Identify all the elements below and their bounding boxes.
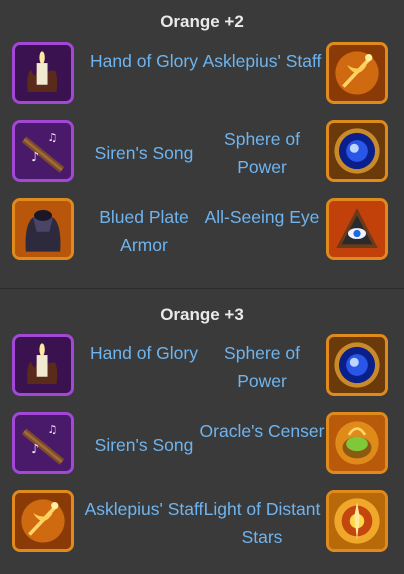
artifact-name[interactable]: Siren's Song (79, 431, 209, 459)
artifact-name[interactable]: Hand of Glory (79, 339, 209, 367)
hand-of-glory-icon[interactable] (12, 334, 74, 396)
section-title: Orange +2 (160, 12, 244, 31)
asklepius-staff-icon[interactable] (326, 42, 388, 104)
artifact-row: Hand of Glory Sphere of Power (0, 330, 404, 402)
svg-text:♪: ♪ (31, 149, 39, 164)
artifact-name[interactable]: Light of Distant Stars (197, 495, 327, 551)
artifact-row: Asklepius' Staff Light of Distant Stars (0, 486, 404, 558)
artifact-name[interactable]: Asklepius' Staff (197, 47, 327, 75)
artifact-list: Orange +2 Hand of Glory Asklepius' Staff… (0, 0, 404, 574)
blued-plate-armor-icon[interactable] (12, 198, 74, 260)
svg-text:♪: ♪ (31, 441, 39, 456)
artifact-name[interactable]: Siren's Song (79, 139, 209, 167)
artifact-name[interactable]: Blued Plate Armor (79, 203, 209, 259)
sphere-of-power-icon[interactable] (326, 334, 388, 396)
oracles-censer-icon[interactable] (326, 412, 388, 474)
section-divider (0, 288, 404, 289)
sphere-of-power-icon[interactable] (326, 120, 388, 182)
artifact-row: Hand of Glory Asklepius' Staff (0, 38, 404, 110)
light-of-distant-stars-icon[interactable] (326, 490, 388, 552)
artifact-row: Blued Plate Armor All-Seeing Eye (0, 194, 404, 266)
artifact-row: ♪ ♫ Siren's Song Sphere of Power (0, 116, 404, 188)
artifact-name[interactable]: Sphere of Power (197, 339, 327, 395)
artifact-name[interactable]: All-Seeing Eye (197, 203, 327, 231)
all-seeing-eye-icon[interactable] (326, 198, 388, 260)
asklepius-staff-icon[interactable] (12, 490, 74, 552)
artifact-name[interactable]: Sphere of Power (197, 125, 327, 181)
artifact-name[interactable]: Asklepius' Staff (79, 495, 209, 523)
sirens-song-icon[interactable]: ♪ ♫ (12, 412, 74, 474)
artifact-name[interactable]: Hand of Glory (79, 47, 209, 75)
section-title: Orange +3 (160, 305, 244, 324)
svg-text:♫: ♫ (48, 423, 58, 436)
artifact-name[interactable]: Oracle's Censer (197, 417, 327, 445)
hand-of-glory-icon[interactable] (12, 42, 74, 104)
sirens-song-icon[interactable]: ♪ ♫ (12, 120, 74, 182)
svg-text:♫: ♫ (48, 131, 58, 144)
artifact-row: ♪ ♫ Siren's Song Oracle's Censer (0, 408, 404, 480)
